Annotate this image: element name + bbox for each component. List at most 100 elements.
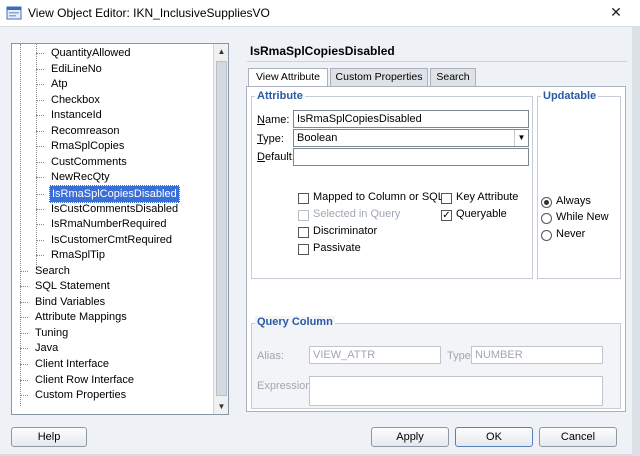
always-radio[interactable] bbox=[541, 197, 552, 208]
mapped-label: Mapped to Column or SQL bbox=[313, 191, 444, 203]
tree-item-section[interactable]: Java bbox=[20, 340, 60, 356]
title-bar: View Object Editor: IKN_InclusiveSupplie… bbox=[0, 0, 640, 26]
cancel-button[interactable]: Cancel bbox=[539, 427, 617, 447]
tree-connector bbox=[20, 332, 28, 334]
tree-item-attribute[interactable]: EdiLineNo bbox=[36, 61, 104, 77]
updatable-legend: Updatable bbox=[541, 90, 599, 102]
tree-item-attribute[interactable]: IsRmaNumberRequired bbox=[36, 216, 169, 232]
discriminator-label: Discriminator bbox=[313, 225, 378, 237]
tree-item-label: IsCustomerCmtRequired bbox=[51, 234, 173, 246]
while-new-label: While New bbox=[556, 211, 609, 223]
tree-item-attribute[interactable]: IsRmaSplCopiesDisabled bbox=[36, 185, 180, 203]
view-attribute-panel: Attribute Name: IsRmaSplCopiesDisabled T… bbox=[246, 86, 626, 412]
scroll-up-icon[interactable]: ▲ bbox=[214, 44, 228, 59]
close-icon[interactable]: ✕ bbox=[600, 2, 632, 22]
tree-connector bbox=[20, 363, 28, 365]
name-label: Name: bbox=[257, 114, 290, 126]
tree-item-attribute[interactable]: CustComments bbox=[36, 154, 129, 170]
tree-scrollbar[interactable]: ▲ ▼ bbox=[213, 44, 228, 414]
tab-view-attribute[interactable]: View Attribute bbox=[248, 68, 328, 87]
tree-item-section[interactable]: Tuning bbox=[20, 325, 70, 341]
name-field[interactable]: IsRmaSplCopiesDisabled bbox=[293, 110, 529, 128]
tree-connector bbox=[20, 301, 28, 303]
always-label: Always bbox=[556, 195, 591, 207]
tree-item-label: IsRmaNumberRequired bbox=[51, 218, 167, 230]
tree-item-label: Client Row Interface bbox=[35, 374, 135, 386]
alias-field: VIEW_ATTR bbox=[309, 346, 441, 364]
scroll-thumb[interactable] bbox=[216, 61, 227, 396]
tree-item-attribute[interactable]: NewRecQty bbox=[36, 169, 112, 185]
type-select[interactable]: Boolean ▼ bbox=[293, 129, 529, 147]
tree-item-section[interactable]: Search bbox=[20, 263, 72, 279]
tree-item-label: SQL Statement bbox=[35, 280, 110, 292]
queryable-checkbox[interactable]: ✓ bbox=[441, 210, 452, 221]
window-right-edge bbox=[632, 27, 640, 456]
tree-item-attribute[interactable]: RmaSplTip bbox=[36, 247, 107, 263]
tree-connector bbox=[20, 316, 28, 318]
help-button[interactable]: Help bbox=[11, 427, 87, 447]
tree-connector bbox=[36, 99, 44, 101]
tree-connector bbox=[36, 239, 44, 241]
key-attribute-label: Key Attribute bbox=[456, 191, 519, 203]
tree-item-label: RmaSplCopies bbox=[51, 140, 125, 152]
tree-item-section[interactable]: Client Interface bbox=[20, 356, 111, 372]
tree-item-section[interactable]: Custom Properties bbox=[20, 387, 128, 403]
expression-field bbox=[309, 376, 603, 406]
ok-button[interactable]: OK bbox=[455, 427, 533, 447]
tree-connector bbox=[36, 208, 44, 210]
passivate-label: Passivate bbox=[313, 242, 361, 254]
tree-item-label: Recomreason bbox=[51, 125, 120, 137]
tree-connector bbox=[20, 347, 28, 349]
qc-type-label: Type: bbox=[447, 350, 474, 362]
passivate-checkbox[interactable] bbox=[298, 244, 309, 255]
selected-in-query-label: Selected in Query bbox=[313, 208, 401, 220]
tree-item-section[interactable]: SQL Statement bbox=[20, 278, 112, 294]
tree-item-section[interactable]: Bind Variables bbox=[20, 294, 107, 310]
tree-item-label: IsCustCommentsDisabled bbox=[51, 203, 179, 215]
tree-item-attribute[interactable]: IsCustCommentsDisabled bbox=[36, 201, 180, 217]
attribute-legend: Attribute bbox=[255, 90, 305, 102]
tree-connector bbox=[36, 130, 44, 132]
tree-item-attribute[interactable]: QuantityAllowed bbox=[36, 45, 133, 61]
key-attribute-checkbox[interactable] bbox=[441, 193, 452, 204]
navigation-tree: QuantityAllowed EdiLineNo Atp Checkbox Insta… bbox=[11, 43, 229, 415]
tree-item-attribute[interactable]: IsCustomerCmtRequired bbox=[36, 232, 174, 248]
never-radio[interactable] bbox=[541, 230, 552, 241]
updatable-group bbox=[537, 96, 621, 279]
tab-custom-properties[interactable]: Custom Properties bbox=[330, 68, 428, 86]
while-new-radio[interactable] bbox=[541, 213, 552, 224]
tree-item-attribute[interactable]: Recomreason bbox=[36, 123, 121, 139]
tab-search[interactable]: Search bbox=[430, 68, 476, 86]
tree-connector bbox=[36, 176, 44, 178]
never-label: Never bbox=[556, 228, 586, 240]
tree-item-label: NewRecQty bbox=[51, 171, 110, 183]
tree-connector bbox=[36, 68, 44, 70]
discriminator-checkbox[interactable] bbox=[298, 227, 309, 238]
tree-connector bbox=[36, 193, 44, 195]
tree-item-label: Bind Variables bbox=[35, 296, 106, 308]
tree-item-attribute[interactable]: RmaSplCopies bbox=[36, 138, 126, 154]
app-icon bbox=[6, 6, 22, 20]
tree-item-label: Search bbox=[35, 265, 70, 277]
chevron-down-icon[interactable]: ▼ bbox=[514, 130, 528, 146]
mapped-checkbox[interactable] bbox=[298, 193, 309, 204]
tree-item-label: RmaSplTip bbox=[51, 249, 105, 261]
default-field[interactable] bbox=[293, 148, 529, 166]
tree-item-section[interactable]: Client Row Interface bbox=[20, 372, 136, 388]
tree-item-label: EdiLineNo bbox=[51, 63, 102, 75]
scroll-down-icon[interactable]: ▼ bbox=[214, 399, 228, 414]
tree-connector bbox=[36, 52, 44, 54]
tree-item-label: Client Interface bbox=[35, 358, 109, 370]
tree-item-attribute[interactable]: Checkbox bbox=[36, 92, 102, 108]
apply-button[interactable]: Apply bbox=[371, 427, 449, 447]
tree-item-attribute[interactable]: Atp bbox=[36, 76, 70, 92]
query-column-legend: Query Column bbox=[255, 316, 335, 328]
check-icon: ✓ bbox=[442, 210, 451, 221]
tree-item-label: Tuning bbox=[35, 327, 69, 339]
tree-connector bbox=[20, 394, 28, 396]
tree-item-section[interactable]: Attribute Mappings bbox=[20, 309, 129, 325]
dialog-body: QuantityAllowed EdiLineNo Atp Checkbox Insta… bbox=[0, 26, 640, 456]
tree-item-label: Attribute Mappings bbox=[35, 311, 127, 323]
alias-label: Alias: bbox=[257, 350, 284, 362]
tree-item-attribute[interactable]: InstanceId bbox=[36, 107, 104, 123]
